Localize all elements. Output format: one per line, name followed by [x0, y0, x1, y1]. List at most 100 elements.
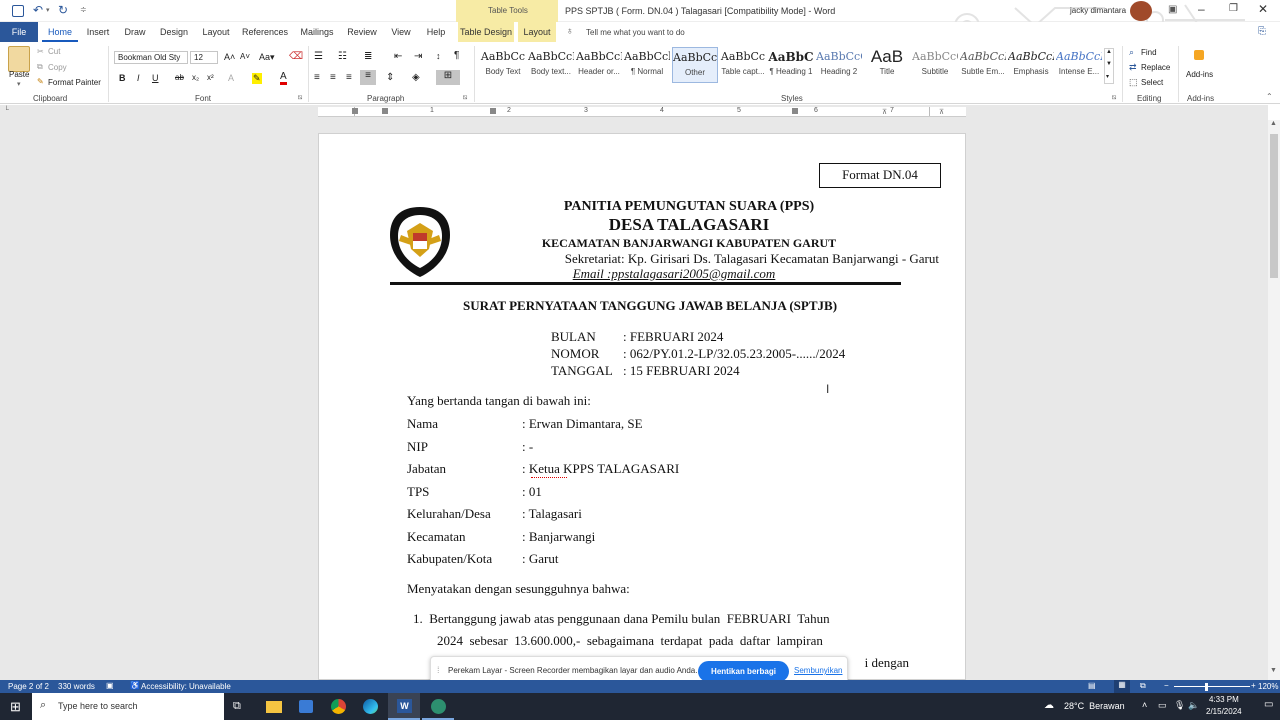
network-icon[interactable]: ▭ [1158, 700, 1167, 711]
ruler-column-marker[interactable] [382, 108, 388, 114]
style-subtle-emphasis[interactable]: AaBbCcI Subtle Em... [960, 47, 1006, 83]
paragraph-dialog-launcher-icon[interactable]: ⧅ [463, 94, 467, 102]
scroll-down-arrow-icon[interactable]: ▼ [1270, 667, 1277, 674]
task-view-icon[interactable]: ⧉ [233, 700, 241, 713]
change-case-icon[interactable]: Aa▾ [259, 52, 275, 63]
page-indicator[interactable]: Page 2 of 2 [8, 682, 49, 691]
horizontal-ruler[interactable]: 1 2 3 4 5 6 7 ⊼ ⊼ [318, 107, 966, 117]
restore-icon[interactable]: ❐ [1229, 3, 1238, 14]
style-normal[interactable]: AaBbCcl ¶ Normal [624, 47, 670, 83]
scroll-up-icon[interactable]: ▲ [1106, 49, 1112, 55]
ruler-column-marker[interactable] [490, 108, 496, 114]
tab-table-layout[interactable]: Layout [518, 22, 556, 42]
ribbon-display-options-icon[interactable]: ▣ [1168, 4, 1177, 15]
edge-button[interactable] [354, 693, 386, 720]
find-icon[interactable]: ⌕ [1129, 47, 1134, 58]
replace-button[interactable]: Replace [1141, 63, 1170, 72]
align-left-icon[interactable]: ≡ [314, 72, 320, 83]
increase-indent-icon[interactable]: ⇥ [414, 51, 422, 62]
replace-icon[interactable]: ⇄ [1129, 62, 1137, 73]
ruler-column-marker[interactable] [792, 108, 798, 114]
proofing-icon[interactable]: ▣ [106, 681, 114, 690]
styles-dialog-launcher-icon[interactable]: ⧅ [1112, 94, 1116, 102]
minimize-icon[interactable]: – [1198, 2, 1205, 16]
find-button[interactable]: Find [1141, 48, 1157, 57]
style-body-text-2[interactable]: AaBbCcD Body text... [528, 47, 574, 83]
font-name-select[interactable]: Bookman Old Sty [114, 51, 188, 64]
weather-icon[interactable]: ☁ [1044, 700, 1054, 711]
grow-font-icon[interactable]: A˄ [224, 52, 235, 62]
close-icon[interactable]: ✕ [1258, 2, 1268, 16]
taskbar-search-box[interactable]: ⌕ Type here to search [32, 693, 224, 720]
accessibility-status[interactable]: Accessibility: Unavailable [141, 682, 231, 691]
accessibility-icon[interactable]: ♿ [130, 681, 140, 690]
paste-dropdown-icon[interactable]: ▾ [17, 80, 21, 88]
format-painter-icon[interactable]: ✎ [37, 77, 44, 86]
paste-icon[interactable] [8, 46, 30, 72]
bullets-icon[interactable]: ☰ [314, 51, 323, 62]
store-button[interactable] [290, 693, 322, 720]
bold-icon[interactable]: B [119, 73, 126, 83]
weather-text[interactable]: 28°C Berawan [1064, 701, 1125, 711]
align-right-icon[interactable]: ≡ [346, 72, 352, 83]
tab-selector-icon[interactable]: └ [4, 107, 9, 114]
style-intense-emphasis[interactable]: AaBbCcI Intense E... [1056, 47, 1102, 83]
strikethrough-icon[interactable]: ab [175, 73, 184, 82]
show-hidden-icons-icon[interactable]: ˄ [1142, 700, 1147, 710]
select-icon[interactable]: ⬚ [1129, 77, 1138, 88]
style-other[interactable]: AaBbCc Other [672, 47, 718, 83]
decrease-indent-icon[interactable]: ⇤ [394, 51, 402, 62]
zoom-slider[interactable] [1174, 686, 1250, 687]
style-title[interactable]: AaB Title [864, 47, 910, 83]
vertical-scrollbar[interactable]: ▲ ▼ [1268, 120, 1280, 680]
ruler-column-marker[interactable] [352, 108, 358, 114]
superscript-icon[interactable]: x² [207, 73, 214, 82]
user-name[interactable]: jacky dimantara [1070, 6, 1126, 15]
drag-handle-icon[interactable]: ⁞ [437, 665, 440, 675]
redo-icon[interactable]: ↻ [58, 3, 68, 17]
font-size-select[interactable]: 12 [190, 51, 218, 64]
line-spacing-icon[interactable]: ⇕ [386, 72, 394, 83]
zoom-slider-thumb[interactable] [1205, 683, 1208, 691]
recorder-button[interactable] [422, 693, 454, 720]
format-painter-button[interactable]: Format Painter [48, 78, 101, 87]
collapse-ribbon-icon[interactable]: ⌃ [1266, 92, 1273, 101]
print-layout-icon[interactable]: ▦ [1114, 680, 1130, 693]
cut-icon[interactable]: ✂ [37, 47, 44, 56]
multilevel-list-icon[interactable]: ≣ [364, 51, 372, 62]
save-icon[interactable] [12, 5, 24, 17]
tab-home[interactable]: Home [42, 22, 78, 42]
microphone-icon[interactable]: 🎙 [1174, 700, 1185, 711]
word-count[interactable]: 330 words [58, 682, 95, 691]
clear-formatting-icon[interactable]: ⌫ [289, 51, 303, 62]
copy-icon[interactable]: ⧉ [37, 62, 43, 72]
style-heading-2[interactable]: AaBbCcC Heading 2 [816, 47, 862, 83]
styles-gallery-scroller[interactable]: ▲ ▼ ▾ [1104, 48, 1114, 84]
addins-icon[interactable] [1194, 50, 1204, 60]
show-formatting-icon[interactable]: ¶ [454, 50, 459, 61]
zoom-level[interactable]: 120% [1258, 682, 1278, 691]
tab-insert[interactable]: Insert [82, 22, 114, 42]
style-heading-1[interactable]: AaBbC ¶ Heading 1 [768, 47, 814, 83]
ruler-right-indent-marker[interactable]: ⊼ [939, 108, 944, 116]
document-page[interactable]: Format DN.04 PANITIA PEMUNGUTAN SUARA (P… [318, 133, 966, 680]
style-subtitle[interactable]: AaBbCcC Subtitle [912, 47, 958, 83]
style-emphasis[interactable]: AaBbCcI Emphasis [1008, 47, 1054, 83]
ruler-indent-marker[interactable]: ⊼ [882, 108, 887, 116]
focus-mode-icon[interactable]: ▤ [1088, 681, 1096, 690]
italic-icon[interactable]: I [137, 73, 140, 83]
tab-mailings[interactable]: Mailings [296, 22, 338, 42]
text-effects-icon[interactable]: A [228, 73, 234, 83]
word-taskbar-button[interactable]: W [388, 693, 420, 720]
volume-icon[interactable]: 🔈 [1188, 700, 1199, 711]
underline-icon[interactable]: U [152, 73, 159, 83]
subscript-icon[interactable]: x₂ [192, 73, 199, 82]
style-table-caption[interactable]: AaBbCc Table capt... [720, 47, 766, 83]
clock-date[interactable]: 2/15/2024 [1206, 707, 1242, 716]
stop-sharing-button[interactable]: Hentikan berbagi [698, 661, 789, 682]
align-center-icon[interactable]: ≡ [330, 72, 336, 83]
copy-button[interactable]: Copy [48, 63, 67, 72]
zoom-out-icon[interactable]: − [1164, 681, 1169, 690]
more-styles-icon[interactable]: ▾ [1106, 73, 1109, 80]
clock-time[interactable]: 4:33 PM [1209, 695, 1239, 704]
